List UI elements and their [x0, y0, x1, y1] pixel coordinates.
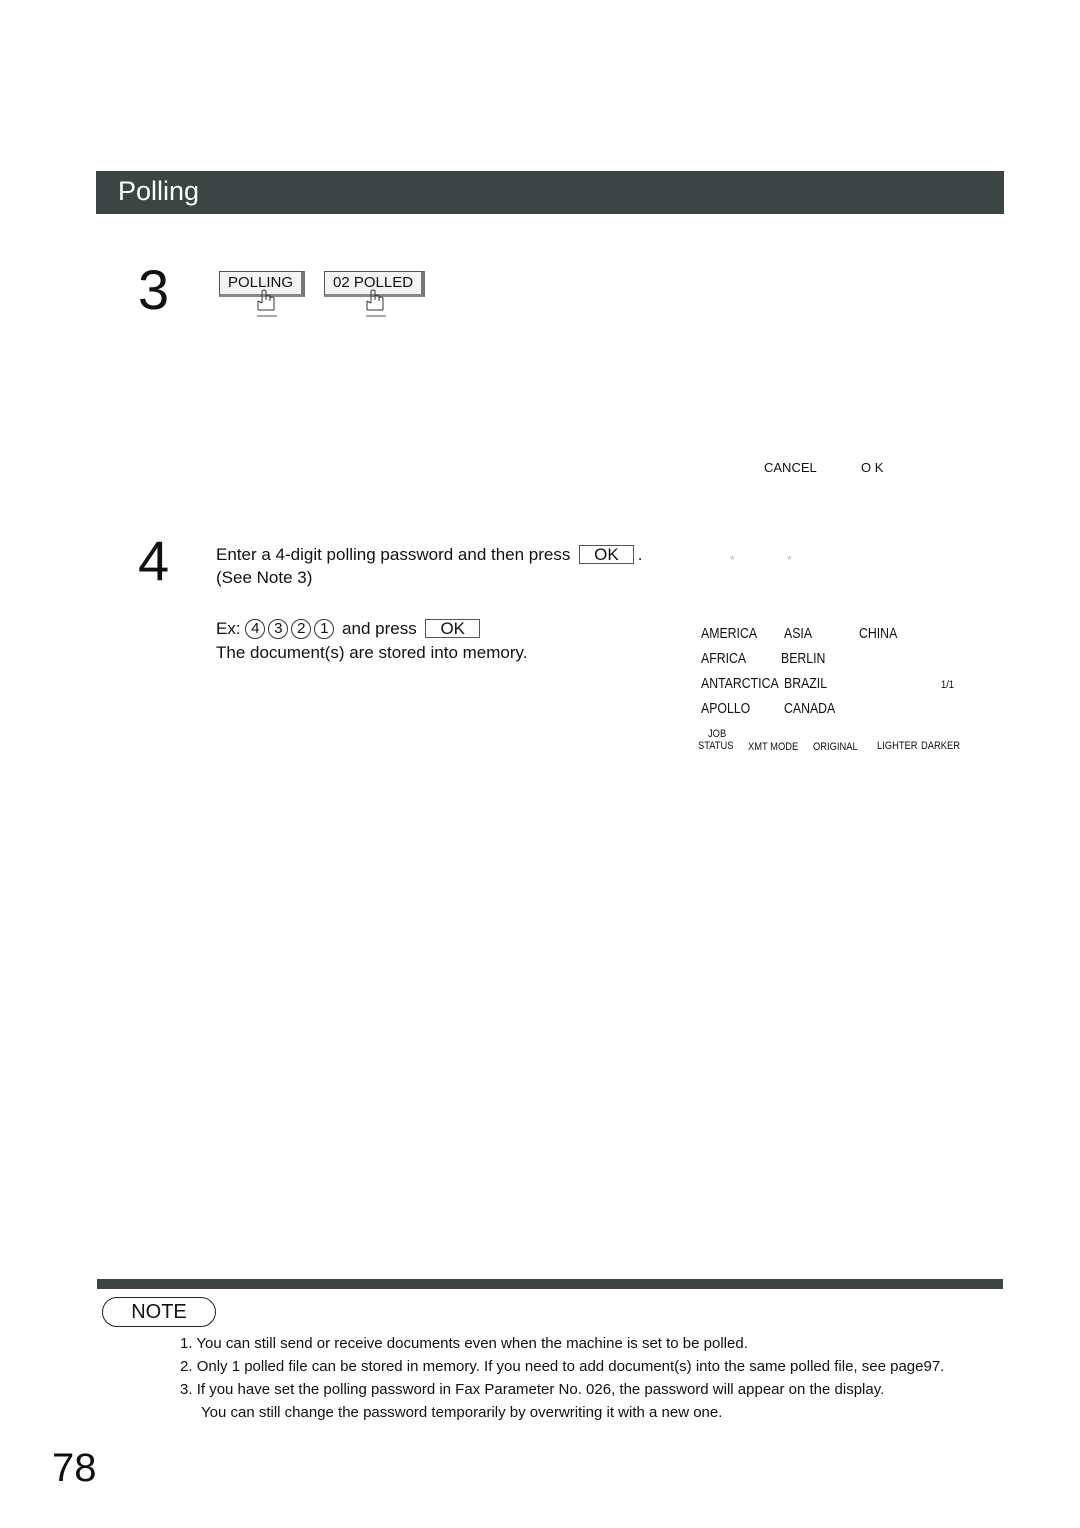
note-item: 3. If you have set the polling password … — [180, 1378, 884, 1401]
directory-entry[interactable]: CHINA — [859, 625, 897, 642]
directory-entry[interactable]: BRAZIL — [784, 675, 827, 692]
directory-entry[interactable]: AFRICA — [701, 650, 746, 667]
note-item-number: 3. — [180, 1381, 193, 1398]
directory-entry[interactable]: AMERICA — [701, 625, 757, 642]
softkey-xmt-mode[interactable]: XMT MODE — [748, 742, 798, 753]
note-item-continuation: You can still change the password tempor… — [201, 1404, 723, 1421]
note-item-text: You can still send or receive documents … — [196, 1335, 748, 1352]
step-number-3: 3 — [138, 258, 170, 321]
lcd-softkey-cancel[interactable]: CANCEL — [764, 460, 817, 475]
section-header-bar: Polling — [96, 171, 1004, 214]
digit-key-1[interactable]: 1 — [314, 619, 335, 639]
note-divider-bar — [97, 1279, 1003, 1289]
ok-key[interactable]: OK — [579, 545, 634, 564]
directory-entry[interactable]: CANADA — [784, 700, 835, 717]
softkey-original[interactable]: ORIGINAL — [813, 742, 858, 753]
note-item-number: 2. — [180, 1358, 193, 1375]
note-item-number: 1. — [180, 1335, 193, 1352]
example-label: Ex: — [216, 619, 241, 638]
note-item: 2. Only 1 polled file can be stored in m… — [180, 1355, 944, 1378]
note-item: 1. You can still send or receive documen… — [180, 1332, 748, 1355]
step4-instruction: Enter a 4-digit polling password and the… — [216, 543, 642, 566]
section-title: Polling — [118, 176, 200, 206]
page-indicator: 1/1 — [941, 679, 955, 691]
press-hand-icon — [363, 287, 393, 317]
page-number: 78 — [52, 1446, 97, 1490]
softkey-darker[interactable]: DARKER — [921, 741, 960, 752]
example-line: Ex: 4321 and press OK — [216, 617, 484, 640]
directory-entry[interactable]: ASIA — [784, 625, 812, 642]
digit-key-2[interactable]: 2 — [291, 619, 312, 639]
ok-key[interactable]: OK — [425, 619, 480, 638]
result-text: The document(s) are stored into memory. — [216, 643, 528, 662]
instruction-text: Enter a 4-digit polling password and the… — [216, 545, 571, 564]
password-mask-icon: * — [730, 553, 735, 567]
softkey-job-status[interactable]: STATUS — [698, 741, 734, 752]
softkey-lighter[interactable]: LIGHTER — [877, 741, 918, 752]
note-item-text: Only 1 polled file can be stored in memo… — [196, 1358, 945, 1375]
example-mid-text: and press — [342, 619, 417, 638]
step-number-4: 4 — [138, 529, 170, 592]
directory-entry[interactable]: ANTARCTICA — [701, 675, 779, 692]
instruction-period: . — [637, 545, 643, 564]
directory-entry[interactable]: APOLLO — [701, 700, 750, 717]
see-note-text: (See Note 3) — [216, 568, 313, 587]
digit-key-4[interactable]: 4 — [245, 619, 266, 639]
note-item-text: If you have set the polling password in … — [196, 1381, 885, 1398]
press-hand-icon — [254, 287, 284, 317]
note-label: NOTE — [102, 1297, 216, 1327]
lcd-softkey-ok[interactable]: O K — [861, 460, 883, 475]
digit-key-3[interactable]: 3 — [268, 619, 289, 639]
directory-entry[interactable]: BERLIN — [781, 650, 825, 667]
password-mask-icon: * — [787, 553, 792, 567]
softkey-job-status-line1[interactable]: JOB — [708, 729, 726, 740]
